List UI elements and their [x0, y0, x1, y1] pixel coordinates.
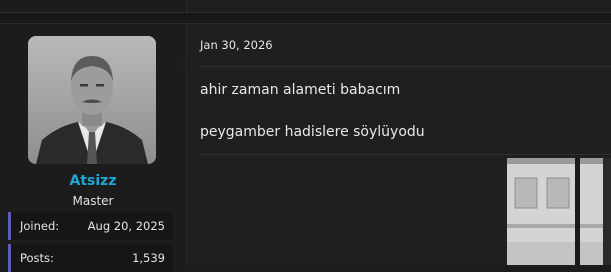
post-gap — [0, 13, 611, 23]
username[interactable]: Atsizz — [0, 173, 186, 189]
post-text-line: ahir zaman alameti babacım — [200, 82, 401, 98]
previous-post-user-area — [0, 0, 186, 12]
stat-joined: Joined: Aug 20, 2025 — [8, 212, 173, 240]
post-pointer-arrow — [175, 57, 186, 75]
post-user-panel: Atsizz Master Joined: Aug 20, 2025 Posts… — [0, 24, 186, 272]
previous-post-content-area — [186, 0, 611, 12]
attached-image[interactable] — [507, 158, 611, 265]
user-title: Master — [72, 194, 114, 208]
avatar-photo — [28, 36, 156, 164]
post-content: Jan 30, 2026 ahir zaman alameti babacım … — [186, 24, 611, 265]
post-date[interactable]: Jan 30, 2026 — [200, 38, 273, 52]
post-text-line: peygamber hadislere söylüyodu — [200, 124, 425, 140]
stat-value: 1,539 — [132, 251, 165, 265]
previous-post-bottom — [0, 0, 611, 24]
avatar[interactable] — [28, 36, 156, 164]
divider — [200, 154, 611, 155]
stat-label: Joined: — [20, 219, 60, 233]
stat-value: Aug 20, 2025 — [87, 219, 165, 233]
stat-label: Posts: — [20, 251, 54, 265]
divider — [200, 66, 611, 67]
stat-posts: Posts: 1,539 — [8, 244, 173, 272]
attached-photo — [507, 158, 611, 265]
